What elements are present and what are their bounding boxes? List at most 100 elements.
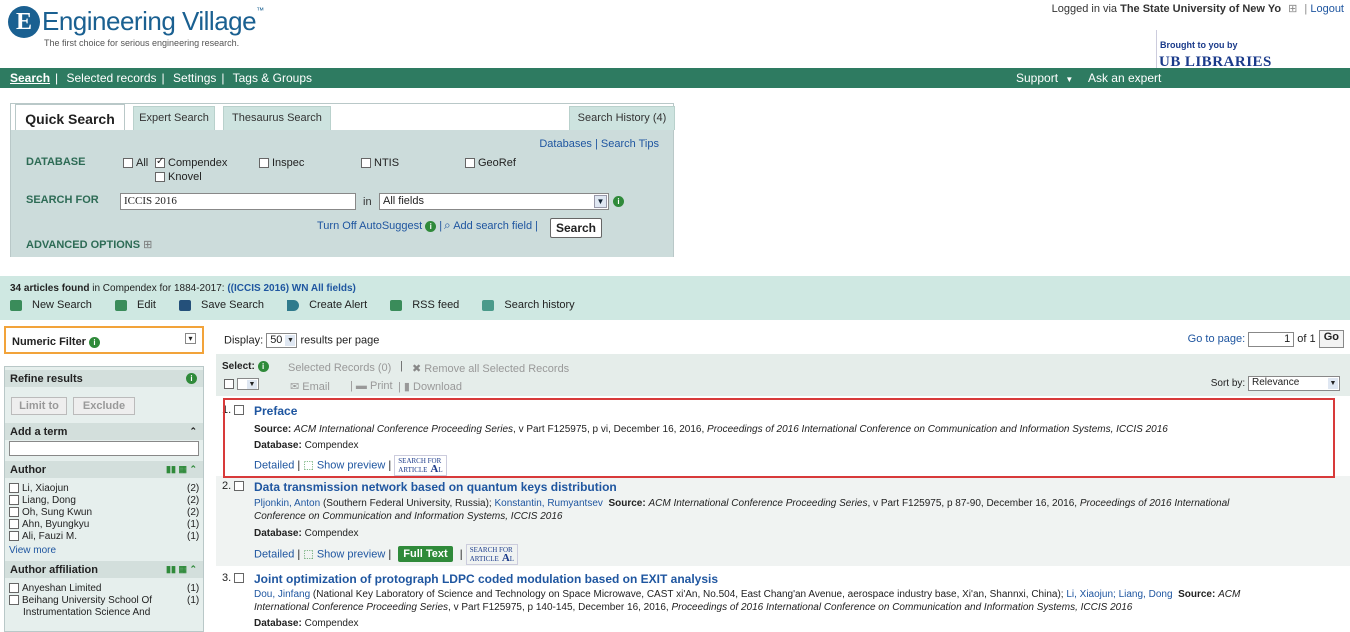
record-checkbox[interactable]	[234, 573, 245, 584]
db-georef-option[interactable]: GeoRef	[465, 157, 516, 169]
record-title[interactable]: Preface	[254, 404, 297, 418]
logo-icon[interactable]: E	[8, 6, 40, 38]
autosuggest-info-icon[interactable]: i	[425, 220, 437, 232]
db-inspec-option[interactable]: Inspec	[259, 157, 304, 169]
db-all-checkbox[interactable]	[123, 158, 133, 169]
sort-select[interactable]: Relevance ▼	[1248, 376, 1340, 391]
remove-selected[interactable]: ✖ Remove all Selected Records	[412, 362, 569, 375]
facet-author[interactable]: Oh, Sung Kwun (2)	[9, 507, 199, 518]
facet-checkbox[interactable]	[9, 583, 19, 594]
nav-support[interactable]: Support	[1016, 71, 1058, 85]
edit-action[interactable]: Edit	[114, 299, 166, 311]
chevron-down-icon[interactable]: ▼	[1328, 378, 1338, 389]
tab-expert-search[interactable]: Expert Search	[133, 106, 215, 130]
limit-to-button[interactable]: Limit to	[11, 397, 67, 415]
nav-settings[interactable]: Settings	[173, 71, 216, 85]
record-title[interactable]: Data transmission network based on quant…	[254, 480, 617, 494]
chevron-down-icon[interactable]: ▼	[247, 380, 257, 390]
facet-affiliation[interactable]: Anyeshan Limited (1)	[9, 583, 199, 594]
author-link[interactable]: Dou, Jinfang	[254, 589, 310, 600]
rss-feed-action[interactable]: RSS feed	[390, 299, 469, 311]
nav-search[interactable]: Search	[10, 71, 50, 85]
nav-tags-groups[interactable]: Tags & Groups	[233, 71, 312, 85]
new-search-action[interactable]: New Search	[10, 299, 102, 311]
logout-link[interactable]: Logout	[1310, 3, 1344, 15]
collapse-up-icon[interactable]: ⌃	[189, 426, 197, 437]
chevron-down-icon[interactable]: ▼	[285, 335, 296, 346]
create-alert-action[interactable]: Create Alert	[287, 299, 377, 311]
per-page-select[interactable]: 50 ▼	[266, 333, 298, 348]
facet-author[interactable]: Ahn, Byungkyu (1)	[9, 519, 199, 530]
facet-author[interactable]: Liang, Dong (2)	[9, 495, 199, 506]
nav-selected-records[interactable]: Selected records	[67, 71, 157, 85]
autosuggest-toggle[interactable]: Turn Off AutoSuggest i |	[317, 220, 442, 232]
db-all-option[interactable]: All	[123, 157, 148, 169]
record-title[interactable]: Joint optimization of protograph LDPC co…	[254, 572, 718, 586]
search-history-action[interactable]: Search history	[482, 299, 584, 311]
search-for-article-button[interactable]: SEARCH FOR ARTICLE AL	[465, 544, 519, 565]
facet-checkbox[interactable]	[9, 495, 19, 506]
tab-thesaurus-search[interactable]: Thesaurus Search	[223, 106, 331, 130]
facet-checkbox[interactable]	[9, 507, 19, 518]
add-search-field-link[interactable]: ⌕ Add search field |	[444, 218, 538, 233]
facet-checkbox[interactable]	[9, 483, 19, 494]
select-dropdown[interactable]: ▼	[237, 378, 259, 391]
author-chart-icon[interactable]: ▮▮ ▦ ⌃	[166, 464, 197, 475]
chevron-down-icon[interactable]: ▼	[594, 195, 607, 208]
record-checkbox[interactable]	[234, 405, 245, 416]
affiliation-chart-icon[interactable]: ▮▮ ▦ ⌃	[166, 564, 197, 575]
tab-quick-search[interactable]: Quick Search	[15, 104, 125, 132]
tab-search-history[interactable]: Search History (4)	[569, 106, 675, 130]
expand-icon[interactable]: ⊞	[1288, 3, 1297, 15]
page-input[interactable]: 1	[1248, 331, 1295, 347]
full-text-button[interactable]: Full Text	[398, 546, 453, 563]
db-georef-checkbox[interactable]	[465, 158, 475, 169]
db-knovel-option[interactable]: Knovel	[155, 171, 202, 183]
detailed-link[interactable]: Detailed	[254, 548, 294, 560]
facet-author[interactable]: Li, Xiaojun (2)	[9, 483, 199, 494]
detailed-link[interactable]: Detailed	[254, 459, 294, 471]
numeric-filter-info-icon[interactable]: i	[89, 336, 101, 348]
view-more-link[interactable]: View more	[9, 545, 56, 556]
email-action[interactable]: ✉ Email	[290, 380, 330, 393]
expand-plus-icon[interactable]: ⊞	[143, 239, 152, 251]
show-preview-link[interactable]: ⬚ Show preview	[303, 548, 385, 560]
db-ntis-checkbox[interactable]	[361, 158, 371, 169]
collapse-icon[interactable]: ▾	[185, 333, 196, 344]
facet-checkbox[interactable]	[9, 595, 19, 606]
refine-info-icon[interactable]: i	[186, 373, 197, 384]
search-input[interactable]: ICCIS 2016	[120, 193, 356, 210]
query-link[interactable]: ((ICCIS 2016) WN All fields)	[227, 283, 356, 294]
facet-author[interactable]: Ali, Fauzi M. (1)	[9, 531, 199, 542]
go-button[interactable]: Go	[1318, 330, 1344, 348]
nav-ask-expert[interactable]: Ask an expert	[1088, 71, 1161, 85]
db-ntis-option[interactable]: NTIS	[361, 157, 399, 169]
search-field-select[interactable]: All fields ▼	[379, 193, 609, 210]
db-compendex-option[interactable]: Compendex	[155, 156, 227, 169]
author-link[interactable]: Pljonkin, Anton	[254, 498, 320, 509]
search-button[interactable]: Search	[550, 218, 602, 238]
field-info-icon[interactable]: i	[613, 196, 624, 207]
support-dropdown-icon[interactable]: ▼	[1065, 75, 1073, 84]
author-link[interactable]: Li, Xiaojun; Liang, Dong	[1066, 589, 1172, 600]
numeric-filter-box[interactable]: Numeric Filter i ▾	[4, 326, 204, 354]
databases-search-tips-link[interactable]: Databases | Search Tips	[539, 138, 659, 150]
db-knovel-checkbox[interactable]	[155, 172, 165, 183]
save-search-action[interactable]: Save Search	[179, 299, 274, 311]
db-compendex-checkbox[interactable]	[155, 156, 165, 169]
record-checkbox[interactable]	[234, 481, 245, 492]
facet-affiliation[interactable]: Beihang University School Of (1)	[9, 595, 199, 606]
show-preview-link[interactable]: ⬚ Show preview	[303, 459, 385, 471]
author-link[interactable]: Konstantin, Rumyantsev	[495, 498, 603, 509]
brand-name[interactable]: Engineering Village™	[42, 6, 264, 37]
download-action[interactable]: | ▮ Download	[398, 380, 462, 393]
advanced-options-toggle[interactable]: ADVANCED OPTIONS ⊞	[26, 238, 152, 251]
print-action[interactable]: | ▬ Print	[350, 380, 393, 392]
select-all-control[interactable]: ▼	[224, 378, 259, 391]
search-for-article-button[interactable]: SEARCH FOR ARTICLE AL	[394, 455, 447, 476]
add-term-input[interactable]	[9, 441, 199, 456]
facet-checkbox[interactable]	[9, 519, 19, 530]
db-inspec-checkbox[interactable]	[259, 158, 269, 169]
exclude-button[interactable]: Exclude	[73, 397, 135, 415]
facet-checkbox[interactable]	[9, 531, 19, 542]
